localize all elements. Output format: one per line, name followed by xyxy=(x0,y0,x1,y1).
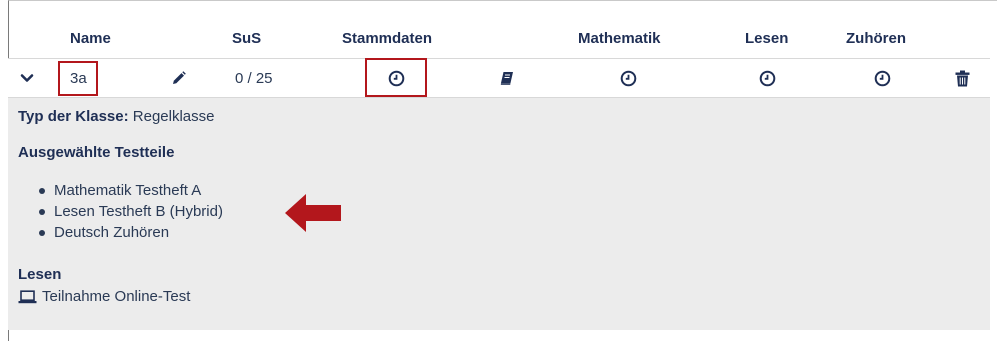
lesen-heading: Lesen xyxy=(18,266,62,283)
header-lesen[interactable]: Lesen xyxy=(745,30,788,47)
list-item: Mathematik Testheft A xyxy=(36,180,223,201)
header-name[interactable]: Name xyxy=(70,30,111,47)
header-stammdaten[interactable]: Stammdaten xyxy=(342,30,432,47)
class-type-value: Regelklasse xyxy=(132,108,215,125)
arrow-left-icon xyxy=(285,194,341,232)
tests-list: Mathematik Testheft A Lesen Testheft B (… xyxy=(36,180,223,243)
pencil-icon[interactable] xyxy=(170,59,187,97)
tests-heading: Ausgewählte Testteile xyxy=(18,144,175,161)
table-row: 3a 0 / 25 xyxy=(8,58,990,98)
clock-icon[interactable] xyxy=(388,59,405,97)
header-zuhoeren[interactable]: Zuhören xyxy=(846,30,906,47)
book-icon[interactable] xyxy=(500,59,514,97)
lesen-mode-line: Teilnahme Online-Test xyxy=(18,288,190,305)
class-type-line: Typ der Klasse: Regelklasse xyxy=(18,108,215,125)
header-mathematik[interactable]: Mathematik xyxy=(578,30,661,47)
laptop-icon xyxy=(18,289,37,304)
class-name[interactable]: 3a xyxy=(70,59,87,97)
class-type-label: Typ der Klasse: xyxy=(18,108,129,125)
class-details-panel: Typ der Klasse: Regelklasse Ausgewählte … xyxy=(8,98,990,330)
header-sus[interactable]: SuS xyxy=(232,30,261,47)
sus-count: 0 / 25 xyxy=(235,69,273,87)
clock-icon[interactable] xyxy=(759,59,776,97)
lesen-mode-text: Teilnahme Online-Test xyxy=(42,288,191,305)
list-item: Lesen Testheft B (Hybrid) xyxy=(36,201,223,222)
table-header: Name SuS Stammdaten Mathematik Lesen Zuh… xyxy=(8,24,990,58)
list-item: Deutsch Zuhören xyxy=(36,222,223,243)
clock-icon[interactable] xyxy=(620,59,637,97)
trash-icon[interactable] xyxy=(955,59,970,97)
clock-icon[interactable] xyxy=(874,59,891,97)
chevron-down-icon[interactable] xyxy=(20,59,34,97)
